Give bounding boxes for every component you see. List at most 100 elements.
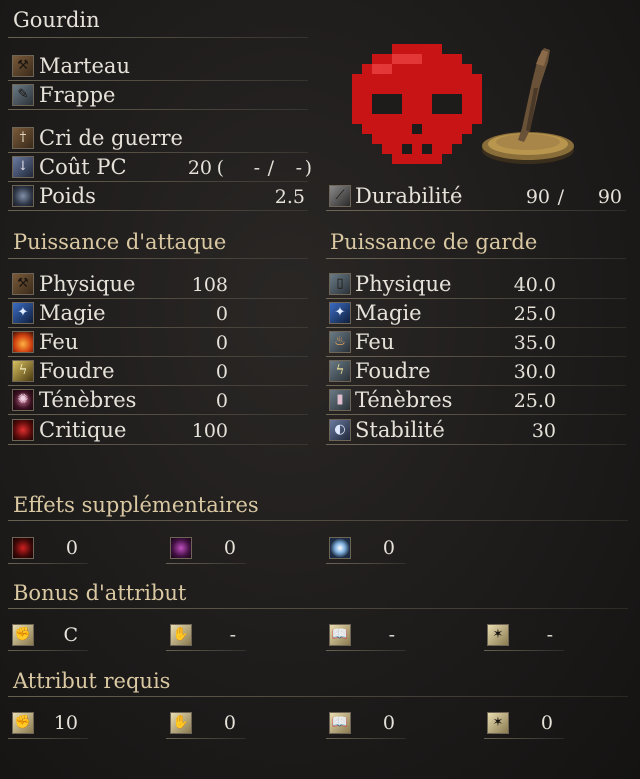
attack-lightning-label: Foudre [39, 359, 115, 383]
guard-fire-value: 35.0 [513, 332, 556, 354]
dark-guard-icon: ▮ [329, 389, 351, 411]
attack-dark-label: Ténèbres [39, 388, 137, 412]
skill-label: Cri de guerre [39, 126, 183, 150]
divider [8, 210, 308, 211]
effect-frost-value: 0 [382, 537, 395, 559]
fp-icon: ↓ [12, 156, 34, 178]
fp-cost-slash: / [267, 157, 274, 179]
fp-cost-close-paren: ) [304, 157, 312, 179]
durability-icon: ⟋ [329, 185, 351, 207]
bleed-icon [12, 537, 34, 559]
divider [8, 181, 308, 182]
attack-lightning-value: 0 [215, 361, 228, 383]
fire-guard-icon: ♨ [329, 331, 351, 353]
attack-magic-label: Magie [39, 301, 106, 325]
guard-magic-label: Magie [355, 301, 422, 325]
attack-critical-label: Critique [39, 418, 127, 442]
divider [8, 738, 88, 739]
divider [166, 650, 246, 651]
divider [326, 444, 626, 445]
faith-icon: ✶ [487, 712, 509, 734]
req-faith-value: 0 [540, 712, 553, 734]
attack-dark-value: 0 [215, 390, 228, 412]
divider [8, 520, 628, 521]
divider [8, 327, 308, 328]
divider [326, 414, 626, 415]
attack-type-label: Frappe [39, 83, 116, 107]
guard-dark-value: 25.0 [513, 390, 556, 412]
divider [8, 444, 308, 445]
attack-magic-value: 0 [215, 303, 228, 325]
attack-fire-label: Feu [39, 330, 79, 354]
critical-icon [12, 419, 34, 441]
attribute-bonus-header: Bonus d'attribut [13, 581, 187, 605]
divider [326, 563, 406, 564]
divider [8, 152, 308, 153]
guard-lightning-value: 30.0 [513, 361, 556, 383]
hammer-icon: ⚒ [12, 55, 34, 77]
guard-magic-value: 25.0 [513, 303, 556, 325]
dagger-icon: † [12, 127, 34, 149]
attack-physical-label: Physique [39, 272, 136, 296]
strike-icon: ✎ [12, 84, 34, 106]
attack-fire-value: 0 [215, 332, 228, 354]
effect-bleed-value: 0 [65, 537, 78, 559]
attack-critical-value: 100 [191, 420, 228, 442]
durability-slash: / [557, 186, 564, 208]
divider [326, 210, 626, 211]
faith-icon: ✶ [487, 624, 509, 646]
lightning-guard-icon: ϟ [329, 360, 351, 382]
physical-guard-icon: ▯ [329, 273, 351, 295]
divider [326, 356, 626, 357]
lightning-attack-icon: ϟ [12, 360, 34, 382]
guard-fire-label: Feu [355, 330, 395, 354]
magic-guard-icon: ✦ [329, 302, 351, 324]
dexterity-icon: ✋ [170, 712, 192, 734]
divider [8, 650, 88, 651]
attack-power-header: Puissance d'attaque [13, 230, 227, 254]
attack-physical-value: 108 [191, 274, 228, 296]
divider [326, 327, 626, 328]
divider [326, 385, 626, 386]
req-intelligence-value: 0 [382, 712, 395, 734]
guard-stability-value: 30 [531, 420, 556, 442]
poison-icon [170, 537, 192, 559]
fire-attack-icon [12, 331, 34, 353]
physical-attack-icon: ⚒ [12, 273, 34, 295]
fp-cost-label: Coût PC [39, 155, 127, 179]
divider [326, 650, 406, 651]
strength-icon: ✊ [12, 712, 34, 734]
durability-current: 90 [525, 186, 550, 208]
divider [326, 298, 626, 299]
weapon-status-panel: Gourdin ⚒ Marteau ✎ Frappe † Cri de guer… [0, 0, 640, 779]
divider [8, 696, 628, 697]
divider [8, 109, 308, 110]
guard-lightning-label: Foudre [355, 359, 431, 383]
strength-icon: ✊ [12, 624, 34, 646]
divider [8, 258, 308, 259]
divider [484, 738, 564, 739]
attribute-requirements-header: Attribut requis [13, 669, 171, 693]
divider [8, 80, 308, 81]
magic-attack-icon: ✦ [12, 302, 34, 324]
additional-effects-header: Effets supplémentaires [13, 493, 259, 517]
guard-physical-value: 40.0 [513, 274, 556, 296]
guard-stability-label: Stabilité [355, 418, 445, 442]
bonus-strength-value: C [63, 624, 78, 646]
req-strength-value: 10 [53, 712, 78, 734]
intelligence-icon: 📖 [329, 624, 351, 646]
fp-cost-value: 20 [187, 157, 212, 179]
divider [326, 738, 406, 739]
divider [8, 414, 308, 415]
divider [8, 298, 308, 299]
skull-emblem-icon [352, 44, 482, 164]
fp-cost-left: - [253, 157, 260, 179]
guard-dark-label: Ténèbres [355, 388, 453, 412]
weight-icon [12, 185, 34, 207]
divider [8, 608, 628, 609]
intelligence-icon: 📖 [329, 712, 351, 734]
divider [8, 385, 308, 386]
divider [166, 738, 246, 739]
guard-physical-label: Physique [355, 272, 452, 296]
divider [484, 650, 564, 651]
